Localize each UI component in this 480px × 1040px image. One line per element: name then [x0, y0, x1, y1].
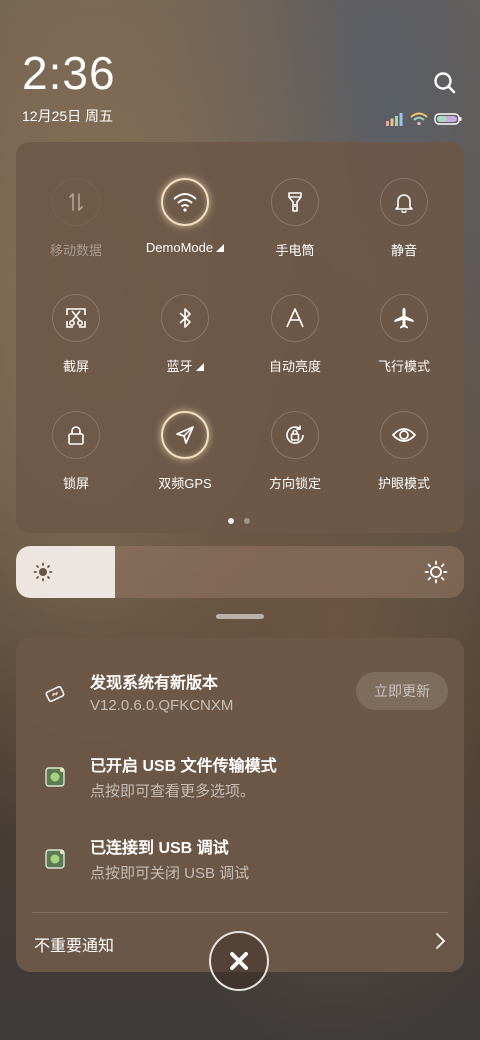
bluetooth-icon [161, 294, 209, 342]
chevron-right-icon[interactable] [434, 932, 446, 955]
unimportant-notifications-link[interactable]: 不重要通知 [34, 932, 114, 956]
notification-title: 已开启 USB 文件传输模式 [90, 758, 277, 775]
tile-mobile-data[interactable]: 移动数据 [21, 178, 131, 259]
flashlight-icon [271, 178, 319, 226]
rotation-lock-icon [271, 411, 319, 459]
page-dot-active[interactable] [228, 518, 234, 524]
tile-label: 护眼模式 [377, 476, 430, 491]
airplane-icon [380, 294, 428, 342]
tile-label: 静音 [390, 243, 417, 258]
notification-title: 已连接到 USB 调试 [90, 840, 229, 857]
update-now-button[interactable]: 立即更新 [356, 672, 448, 710]
notification-subtitle: 点按即可查看更多选项。 [90, 783, 256, 800]
tile-flashlight[interactable]: 手电筒 [240, 178, 350, 259]
wifi-status-icon [410, 112, 428, 126]
notification-subtitle: 点按即可关闭 USB 调试 [90, 865, 250, 882]
tile-label: DemoMode [145, 240, 214, 255]
tile-label: 截屏 [62, 359, 89, 374]
close-icon [230, 952, 248, 970]
tile-label: 手电筒 [275, 243, 315, 258]
clock: 2:36 [22, 47, 116, 99]
tile-bluetooth[interactable]: 蓝牙 [130, 294, 240, 375]
tile-label: 方向锁定 [268, 476, 321, 491]
tile-auto-brightness[interactable]: 自动亮度 [240, 294, 350, 375]
tile-label: 锁屏 [62, 476, 89, 491]
gps-icon [161, 411, 209, 459]
tile-label: 飞行模式 [377, 359, 430, 374]
brightness-high-icon [424, 560, 448, 584]
tile-lock-screen[interactable]: 锁屏 [21, 411, 131, 492]
tile-label: 双频GPS [158, 476, 212, 491]
tile-label: 移动数据 [49, 243, 102, 258]
notification-title: 发现系统有新版本 [90, 675, 219, 692]
expand-triangle-icon[interactable] [216, 244, 225, 252]
tile-label: 蓝牙 [166, 359, 193, 374]
quick-settings-panel: 移动数据 DemoMode 手电筒 静音 截屏 蓝牙 自动亮度 飞行模式 锁屏 … [16, 142, 464, 533]
tile-eye-care[interactable]: 护眼模式 [349, 411, 459, 492]
notification-usb-transfer[interactable]: 已开启 USB 文件传输模式 点按即可查看更多选项。 [16, 738, 464, 824]
tile-gps[interactable]: 双频GPS [130, 411, 240, 492]
status-icons [386, 112, 462, 126]
update-icon [44, 683, 66, 705]
notification-usb-debugging[interactable]: 已连接到 USB 调试 点按即可关闭 USB 调试 [16, 824, 464, 910]
brightness-low-icon [33, 562, 53, 582]
divider [32, 912, 448, 913]
drag-handle[interactable] [216, 614, 264, 619]
tile-rotation-lock[interactable]: 方向锁定 [240, 411, 350, 492]
tile-screenshot[interactable]: 截屏 [21, 294, 131, 375]
page-dot[interactable] [244, 518, 250, 524]
bell-icon [380, 178, 428, 226]
mobile-data-icon [52, 178, 100, 226]
status-header: 2:36 12月25日 周五 [22, 48, 462, 128]
clear-all-button[interactable] [209, 931, 269, 991]
brightness-slider[interactable] [16, 546, 464, 598]
page-indicator [228, 518, 250, 524]
notification-system-update[interactable]: 发现系统有新版本 V12.0.6.0.QFKCNXM 立即更新 [16, 638, 464, 738]
auto-brightness-icon [271, 294, 319, 342]
tile-airplane[interactable]: 飞行模式 [349, 294, 459, 375]
battery-icon [434, 113, 462, 125]
tile-silent[interactable]: 静音 [349, 178, 459, 259]
tile-wifi[interactable]: DemoMode [130, 178, 240, 255]
screenshot-icon [52, 294, 100, 342]
expand-triangle-icon[interactable] [195, 363, 204, 371]
wifi-icon [161, 178, 209, 226]
tile-label: 自动亮度 [268, 359, 321, 374]
android-usb-icon [44, 848, 66, 870]
notification-subtitle: V12.0.6.0.QFKCNXM [90, 697, 234, 714]
lock-icon [52, 411, 100, 459]
notification-panel: 发现系统有新版本 V12.0.6.0.QFKCNXM 立即更新 已开启 USB … [16, 638, 464, 972]
android-usb-icon [44, 766, 66, 788]
search-icon[interactable] [432, 70, 458, 96]
signal-icon [386, 113, 403, 126]
brightness-fill [16, 546, 115, 598]
eye-icon [380, 411, 428, 459]
